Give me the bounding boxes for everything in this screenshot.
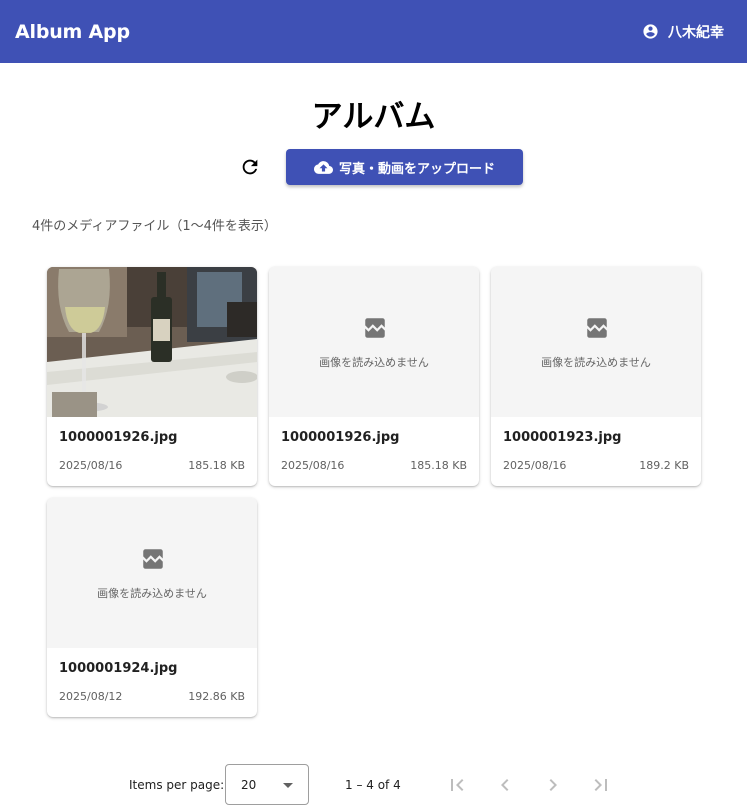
upload-button[interactable]: 写真・動画をアップロード: [286, 149, 523, 185]
media-size: 185.18 KB: [410, 459, 467, 472]
app-toolbar: Album App 八木紀幸: [0, 0, 747, 63]
media-size: 192.86 KB: [188, 690, 245, 703]
media-placeholder: 画像を読み込めません: [491, 267, 701, 417]
page-title: アルバム: [311, 99, 436, 135]
next-page-button[interactable]: [541, 773, 565, 797]
range-label: 1 – 4 of 4: [345, 778, 401, 792]
media-date: 2025/08/16: [503, 459, 567, 472]
media-filename: 1000001926.jpg: [281, 430, 400, 445]
broken-image-icon: [362, 315, 388, 341]
media-card[interactable]: 画像を読み込めません 1000001923.jpg 2025/08/16 189…: [491, 267, 701, 486]
first-page-icon: [445, 773, 469, 797]
previous-page-button[interactable]: [493, 773, 517, 797]
app-title: Album App: [15, 20, 130, 43]
last-page-icon: [589, 773, 613, 797]
media-filename: 1000001926.jpg: [59, 430, 178, 445]
media-size: 185.18 KB: [188, 459, 245, 472]
chevron-down-icon: [283, 783, 293, 788]
media-placeholder: 画像を読み込めません: [47, 498, 257, 648]
media-placeholder: 画像を読み込めません: [269, 267, 479, 417]
media-date: 2025/08/16: [59, 459, 123, 472]
image-error-text: 画像を読み込めません: [97, 587, 207, 600]
refresh-icon: [239, 156, 261, 178]
media-size: 189.2 KB: [639, 459, 689, 472]
chevron-right-icon: [541, 773, 565, 797]
image-error-text: 画像を読み込めません: [319, 356, 429, 369]
user-menu[interactable]: 八木紀幸: [642, 22, 724, 42]
account-circle-icon: [642, 23, 659, 40]
page-size-select[interactable]: 20: [225, 764, 309, 805]
image-error-text: 画像を読み込めません: [541, 356, 651, 369]
user-name: 八木紀幸: [668, 24, 724, 41]
last-page-button[interactable]: [589, 773, 613, 797]
media-filename: 1000001924.jpg: [59, 661, 178, 676]
media-count-summary: 4件のメディアファイル（1〜4件を表示）: [32, 219, 277, 234]
chevron-left-icon: [493, 773, 517, 797]
media-card[interactable]: 1000001926.jpg 2025/08/16 185.18 KB: [47, 267, 257, 486]
cloud-upload-icon: [313, 158, 333, 177]
media-date: 2025/08/16: [281, 459, 345, 472]
action-bar: 写真・動画をアップロード: [0, 149, 747, 185]
media-thumbnail: [47, 267, 257, 417]
broken-image-icon: [140, 546, 166, 572]
upload-button-label: 写真・動画をアップロード: [338, 161, 495, 177]
media-filename: 1000001923.jpg: [503, 430, 622, 445]
media-card[interactable]: 画像を読み込めません 1000001924.jpg 2025/08/12 192…: [47, 498, 257, 717]
first-page-button[interactable]: [445, 773, 469, 797]
items-per-page-label: Items per page:: [129, 778, 225, 792]
media-date: 2025/08/12: [59, 690, 123, 703]
paginator: Items per page: 20 1 – 4 of 4: [0, 764, 747, 806]
refresh-button[interactable]: [234, 151, 266, 183]
page-size-value: 20: [241, 778, 257, 792]
broken-image-icon: [584, 315, 610, 341]
media-card[interactable]: 画像を読み込めません 1000001926.jpg 2025/08/16 185…: [269, 267, 479, 486]
